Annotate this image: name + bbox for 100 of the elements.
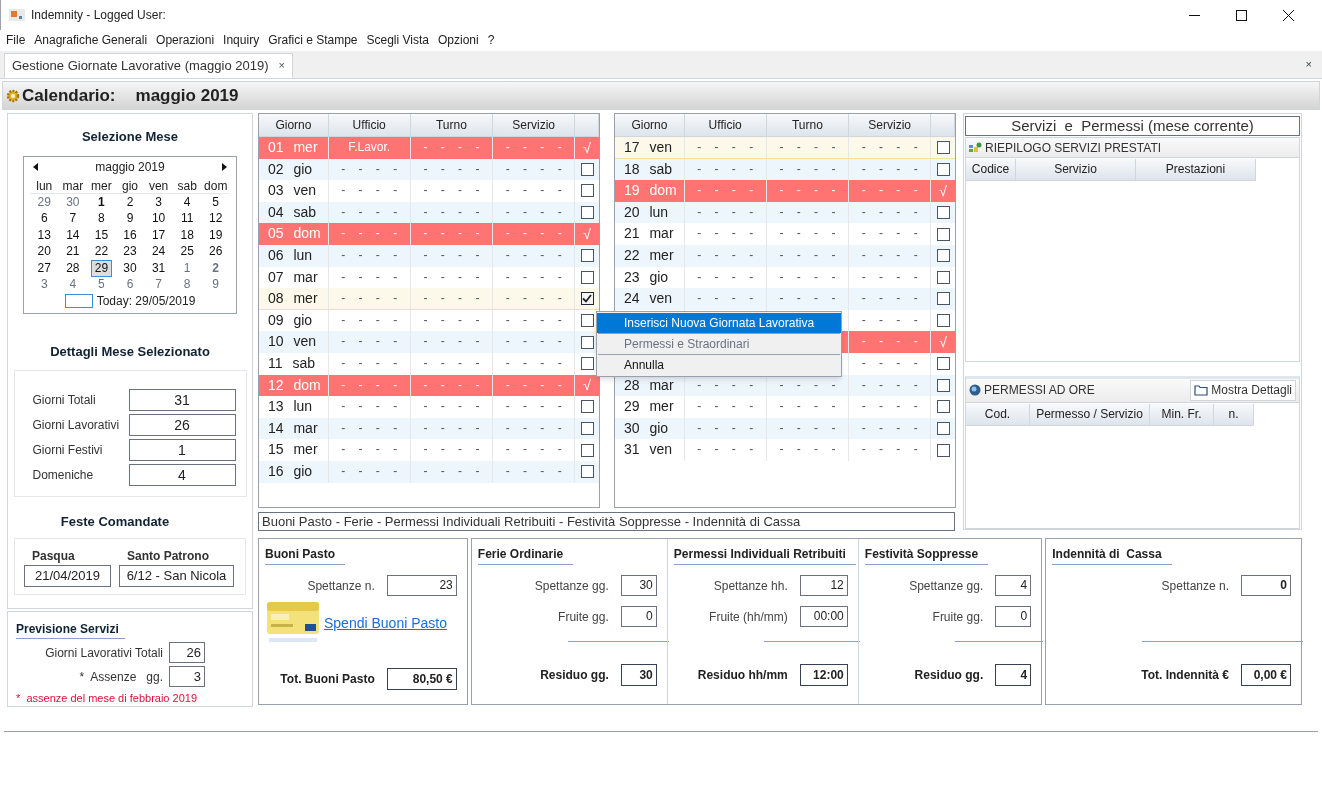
checkbox[interactable] bbox=[580, 249, 594, 263]
close-button[interactable]: × bbox=[1305, 56, 1312, 73]
checkbox[interactable] bbox=[936, 378, 950, 392]
column-header[interactable]: n. bbox=[1214, 403, 1254, 426]
checkbox[interactable] bbox=[580, 335, 594, 349]
calendar-day[interactable]: 30 bbox=[119, 259, 141, 277]
calendar-day[interactable]: 11 bbox=[176, 210, 198, 227]
menu-item[interactable]: File bbox=[6, 30, 26, 49]
table-row[interactable]: 16 gio - - - - - - - - - - - - bbox=[259, 460, 599, 483]
checkbox[interactable] bbox=[936, 292, 950, 306]
calendar-day[interactable]: 30 bbox=[62, 193, 84, 211]
menu-item[interactable]: Inquiry bbox=[223, 30, 260, 49]
table-row[interactable]: 08 mer - - - - - - - - - - - - bbox=[259, 288, 599, 310]
checkbox[interactable] bbox=[580, 291, 594, 305]
menu-item[interactable]: Inserisci Nuova Giornata Lavorativa bbox=[597, 313, 841, 333]
calendar-day[interactable]: 1 bbox=[94, 193, 109, 211]
calendar-day[interactable]: 9 bbox=[122, 210, 138, 227]
calendar-day[interactable]: 7 bbox=[151, 276, 166, 293]
menu-item[interactable]: Opzioni bbox=[438, 30, 479, 49]
calendar-day[interactable]: 4 bbox=[179, 193, 195, 211]
column-header[interactable]: Ufficio bbox=[328, 114, 411, 136]
column-header[interactable]: Servizio bbox=[1016, 159, 1136, 181]
calendar-day[interactable]: 16 bbox=[119, 226, 141, 244]
checkbox[interactable] bbox=[580, 443, 594, 457]
table-row[interactable]: 17 ven - - - - - - - - - - - - bbox=[615, 137, 955, 159]
checkbox[interactable] bbox=[936, 249, 950, 263]
calendar-day[interactable]: 6 bbox=[36, 210, 52, 227]
table-row[interactable]: 10 ven - - - - - - - - - - - - bbox=[259, 331, 599, 353]
calendar-day[interactable]: 10 bbox=[147, 210, 170, 227]
calendar-day[interactable]: 3 bbox=[36, 276, 52, 293]
calendar-day[interactable]: 17 bbox=[147, 226, 170, 244]
calendar-day[interactable]: 23 bbox=[119, 243, 141, 260]
column-header[interactable]: Servizio bbox=[493, 114, 576, 136]
calendar-day[interactable]: 20 bbox=[33, 243, 55, 260]
maximize-icon[interactable] bbox=[1236, 9, 1247, 21]
calendar-day[interactable]: 12 bbox=[205, 210, 227, 227]
previous-month-icon[interactable] bbox=[33, 162, 38, 171]
tab-close-button[interactable]: × bbox=[278, 57, 285, 74]
calendar-day[interactable]: 27 bbox=[33, 259, 55, 277]
calendar-day[interactable]: 13 bbox=[33, 226, 55, 244]
calendar-day[interactable]: 8 bbox=[94, 210, 109, 227]
column-header[interactable]: Giorno bbox=[259, 114, 329, 136]
link[interactable]: Spendi Buoni Pasto bbox=[324, 612, 447, 634]
checkbox[interactable] bbox=[580, 422, 594, 435]
calendar-day[interactable]: 2 bbox=[208, 259, 224, 277]
calendar-day[interactable]: 31 bbox=[147, 259, 170, 277]
checkbox[interactable] bbox=[580, 357, 594, 371]
calendar-day[interactable]: 9 bbox=[208, 276, 224, 293]
table-row[interactable]: 14 mar - - - - - - - - - - - - bbox=[259, 417, 599, 440]
column-header[interactable]: Permesso / Servizio bbox=[1030, 403, 1150, 426]
table-row[interactable]: 30 gio - - - - - - - - - - - - bbox=[615, 417, 955, 440]
today-link[interactable]: Today: 29/05/2019 bbox=[96, 292, 196, 310]
column-header[interactable]: Min. Fr. bbox=[1150, 403, 1214, 426]
calendar-day[interactable]: 22 bbox=[90, 243, 113, 260]
column-header[interactable]: Ufficio bbox=[684, 114, 767, 136]
column-header[interactable]: Turno bbox=[410, 114, 494, 136]
details-button[interactable]: Mostra Dettagli bbox=[1190, 379, 1296, 401]
checkbox[interactable] bbox=[580, 314, 594, 328]
table-row[interactable]: 20 lun - - - - - - - - - - - - bbox=[615, 201, 955, 224]
calendar-day[interactable]: 24 bbox=[147, 243, 170, 260]
menu-item[interactable]: Grafici e Stampe bbox=[268, 30, 358, 49]
checkbox[interactable] bbox=[580, 162, 594, 176]
table-row[interactable]: 04 sab - - - - - - - - - - - - bbox=[259, 201, 599, 224]
calendar-day[interactable]: 25 bbox=[176, 243, 198, 260]
menu-item[interactable]: ? bbox=[487, 30, 495, 49]
calendar-day[interactable]: 6 bbox=[122, 276, 138, 293]
calendar-day[interactable]: 29 bbox=[90, 259, 113, 277]
checkbox[interactable] bbox=[936, 270, 950, 284]
menu-item[interactable]: Annulla bbox=[597, 355, 841, 375]
checkbox[interactable] bbox=[936, 422, 950, 435]
table-row[interactable]: 02 gio - - - - - - - - - - - - bbox=[259, 158, 599, 181]
calendar-day[interactable]: 28 bbox=[62, 259, 84, 277]
checkbox[interactable] bbox=[580, 465, 594, 479]
checkbox[interactable] bbox=[580, 270, 594, 284]
column-header[interactable]: Prestazioni bbox=[1136, 159, 1256, 181]
calendar-day[interactable]: 29 bbox=[33, 193, 55, 211]
menu-item[interactable]: Operazioni bbox=[156, 30, 215, 49]
checkbox[interactable] bbox=[936, 227, 950, 241]
checkbox[interactable] bbox=[936, 400, 950, 414]
checkbox[interactable] bbox=[936, 443, 950, 457]
menu-item[interactable]: Scegli Vista bbox=[366, 30, 429, 49]
calendar-day[interactable]: 7 bbox=[65, 210, 81, 227]
checkbox[interactable] bbox=[580, 400, 594, 414]
checkbox[interactable] bbox=[936, 206, 950, 220]
calendar-day[interactable]: 21 bbox=[62, 243, 84, 260]
checkbox[interactable] bbox=[580, 206, 594, 220]
column-header[interactable]: Codice bbox=[966, 159, 1016, 181]
checkbox[interactable] bbox=[936, 162, 950, 176]
calendar-day[interactable]: 1 bbox=[179, 259, 195, 277]
calendar-day[interactable]: 19 bbox=[205, 226, 227, 244]
close-icon[interactable] bbox=[1283, 9, 1294, 21]
menu-item[interactable]: Anagrafiche Generali bbox=[34, 30, 148, 49]
checkbox[interactable] bbox=[936, 314, 950, 328]
column-header[interactable]: Turno bbox=[766, 114, 850, 136]
table-row[interactable]: 06 lun - - - - - - - - - - - - bbox=[259, 244, 599, 267]
calendar-day[interactable]: 2 bbox=[122, 193, 138, 211]
calendar-day[interactable]: 26 bbox=[205, 243, 227, 260]
checkbox[interactable] bbox=[936, 140, 950, 154]
column-header[interactable]: Servizio bbox=[849, 114, 932, 136]
calendar-day[interactable]: 8 bbox=[179, 276, 195, 293]
